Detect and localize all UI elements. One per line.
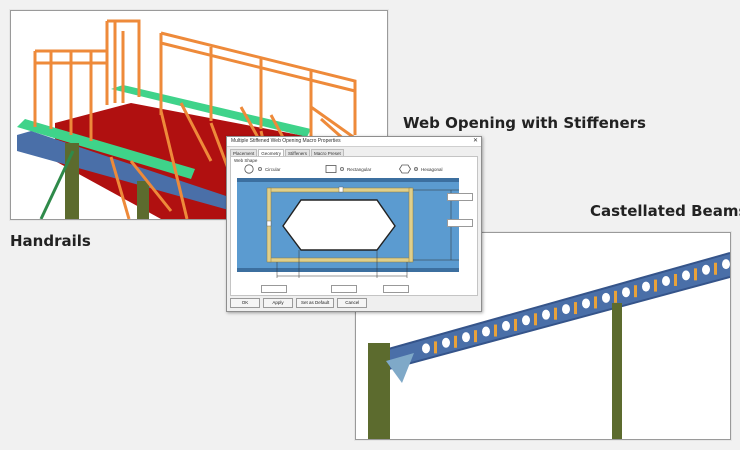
offset-field-left[interactable]: [261, 285, 287, 293]
web-hole: [542, 309, 550, 320]
hexagon-shape-icon: [399, 164, 411, 174]
web-hole: [442, 337, 450, 348]
width-field[interactable]: [331, 285, 357, 293]
geometry-tab-body: Web Shape Circular Rectangular Hexagonal: [230, 156, 478, 296]
cancel-button[interactable]: Cancel: [337, 298, 368, 308]
radio-circular[interactable]: [258, 167, 262, 171]
web-hole: [682, 270, 690, 281]
column-right: [612, 303, 622, 439]
web-hole: [462, 332, 470, 343]
dialog-title-text: Multiple Stiffened Web Opening Macro Pro…: [231, 138, 341, 144]
web-shape-group-label: Web Shape: [234, 158, 258, 163]
close-icon[interactable]: ✕: [473, 137, 478, 146]
shape-option-hexagonal[interactable]: Hexagonal: [399, 164, 443, 174]
height-field-top[interactable]: [447, 193, 473, 201]
stiffener-right: [408, 187, 414, 263]
web-opening-label: Web Opening with Stiffeners: [403, 114, 646, 132]
web-stiffener: [434, 341, 437, 354]
column-right: [137, 181, 149, 219]
option-label-rectangular: Rectangular: [347, 166, 372, 172]
castellated-label: Castellated Beams: [590, 202, 740, 220]
web-stiffener: [554, 307, 557, 320]
web-hole: [722, 259, 730, 270]
web-hole: [662, 275, 670, 286]
hexagonal-opening: [282, 199, 396, 251]
web-hole: [482, 326, 490, 337]
web-hole: [562, 304, 570, 315]
web-hole: [602, 292, 610, 303]
handrails-label: Handrails: [10, 232, 91, 250]
web-stiffener: [594, 296, 597, 309]
ok-button[interactable]: OK: [230, 298, 260, 308]
stiffener-bottom: [268, 257, 412, 263]
web-hole: [582, 298, 590, 309]
column-left: [368, 343, 390, 439]
web-stiffener: [714, 262, 717, 275]
web-hole: [702, 264, 710, 275]
web-hole: [502, 320, 510, 331]
set-as-default-button[interactable]: Set as Default: [296, 298, 335, 308]
web-stiffener: [454, 335, 457, 348]
web-stiffener: [634, 285, 637, 298]
opening-preview-drawing: [237, 178, 459, 278]
dialog-footer: OK Apply Set as Default Cancel: [230, 298, 368, 308]
circle-shape-icon: [244, 164, 254, 174]
option-label-hexagonal: Hexagonal: [421, 166, 443, 172]
web-hole: [622, 287, 630, 298]
option-label-circular: Circular: [265, 166, 281, 172]
shape-option-circular[interactable]: Circular: [243, 164, 281, 174]
web-hole: [642, 281, 650, 292]
dialog-title: Multiple Stiffened Web Opening Macro Pro…: [227, 137, 481, 147]
offset-field-right[interactable]: [383, 285, 409, 293]
rectangle-shape-icon: [325, 165, 337, 173]
web-opening-dialog: Multiple Stiffened Web Opening Macro Pro…: [226, 136, 482, 312]
web-hole: [422, 343, 430, 354]
web-stiffener: [474, 330, 477, 343]
web-stiffener: [494, 324, 497, 337]
web-stiffener: [614, 290, 617, 303]
web-stiffener: [654, 279, 657, 292]
web-hole: [522, 315, 530, 326]
web-stiffener: [674, 273, 677, 286]
radio-rectangular[interactable]: [340, 167, 344, 171]
apply-button[interactable]: Apply: [263, 298, 293, 308]
shape-option-rectangular[interactable]: Rectangular: [325, 164, 371, 174]
web-stiffener: [574, 302, 577, 315]
radio-hexagonal[interactable]: [414, 167, 418, 171]
web-stiffener: [534, 313, 537, 326]
web-stiffener: [694, 268, 697, 281]
height-field-bottom[interactable]: [447, 219, 473, 227]
web-stiffener: [514, 318, 517, 331]
